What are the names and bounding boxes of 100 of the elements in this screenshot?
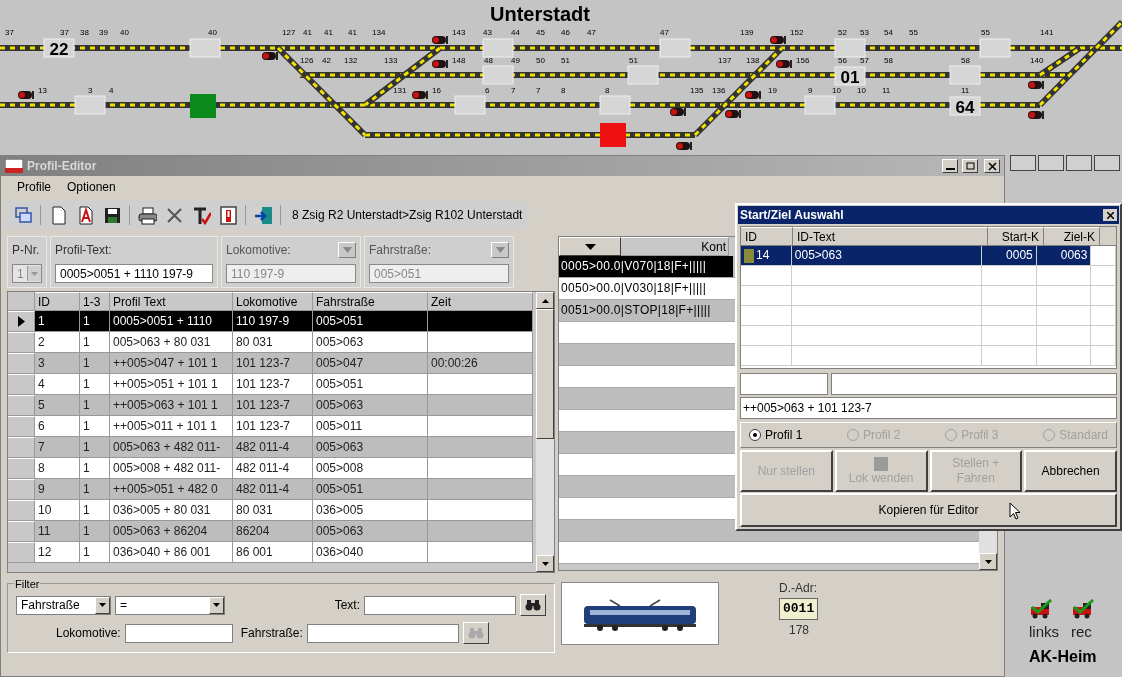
table-cell: 005>008 (313, 458, 428, 479)
column-header[interactable]: Fahrstraße (313, 292, 428, 311)
cell-text: 0063 (1060, 247, 1088, 264)
column-header[interactable]: ID (741, 227, 793, 246)
signal-icon (770, 36, 786, 44)
copy-button[interactable]: Kopieren für Editor (740, 493, 1117, 527)
close-icon (1106, 211, 1114, 219)
column-header[interactable]: Profil Text (110, 292, 233, 311)
table-cell: 8 (35, 458, 80, 479)
track-number: 55 (909, 28, 918, 37)
text-field[interactable]: 0005>0051 + 1110 197-9 (55, 264, 213, 283)
track-number: 50 (536, 56, 545, 65)
dropdown-button[interactable] (559, 237, 621, 256)
track-number: 131 (393, 86, 407, 95)
save-button[interactable] (102, 205, 122, 225)
block-marker (834, 38, 866, 58)
text-field[interactable] (831, 373, 1117, 395)
track-number: 11 (882, 86, 891, 95)
row-header[interactable] (8, 311, 35, 332)
track-number: 127 (282, 28, 296, 37)
column-header[interactable]: Ziel-K (1044, 227, 1100, 246)
block-number: 64 (955, 98, 975, 117)
action-button[interactable]: Abbrechen (1024, 450, 1117, 492)
text-field[interactable] (740, 373, 828, 395)
warning-button[interactable] (218, 205, 238, 225)
table-cell: ++005>051 + 101 1 (110, 374, 233, 395)
table-cell: 1 (80, 437, 110, 458)
locomotive-check-icon (1071, 598, 1095, 619)
dialog-title: Start/Ziel Auswahl (740, 207, 844, 224)
close-button[interactable] (1103, 209, 1117, 221)
track-number: 46 (561, 28, 570, 37)
printer-button[interactable] (137, 205, 157, 225)
function-label: links (1029, 621, 1059, 642)
column-header[interactable]: Lokomotive (233, 292, 313, 311)
text-field[interactable] (364, 595, 516, 615)
list-item[interactable]: 0050>00.0|V030|18|F+||||| (559, 278, 733, 299)
track-number: 52 (838, 28, 847, 37)
text-field[interactable] (306, 623, 459, 643)
dropdown[interactable]: Fahrstraße (16, 595, 111, 615)
track-number: 16 (432, 86, 441, 95)
field-label: P-Nr. (12, 242, 40, 259)
find-button[interactable] (462, 622, 489, 644)
indicator-box (1010, 155, 1036, 171)
table-cell: 0005>0051 + 1110 (110, 311, 233, 332)
track-number: 11 (961, 86, 970, 95)
table-cell: 9 (35, 479, 80, 500)
table-cell: 1 (80, 542, 110, 563)
track-number: 126 (300, 56, 314, 65)
column-header[interactable]: Start-K (988, 227, 1044, 246)
delete-button[interactable] (164, 205, 184, 225)
track-number: 40 (120, 28, 129, 37)
menu-item[interactable]: Optionen (67, 178, 116, 196)
table-cell: 101 123-7 (233, 353, 313, 374)
list-item[interactable]: 0005>00.0|V070|18|F+||||| (559, 256, 733, 277)
table-cell: 005>051 (313, 311, 428, 332)
track-number: 7 (536, 86, 541, 95)
column-header[interactable]: Kont (621, 237, 729, 256)
signal-icon (745, 91, 761, 99)
table-cell: 86 001 (233, 542, 313, 563)
scrollbar[interactable] (536, 292, 554, 572)
column-header[interactable]: ID (35, 292, 80, 311)
column-header[interactable]: Zeit (428, 292, 533, 311)
column-header[interactable]: 1-3 (80, 292, 110, 311)
track-number: 58 (884, 56, 893, 65)
text-field[interactable]: ++005>063 + 101 123-7 (740, 397, 1117, 419)
exit-door-button[interactable] (253, 205, 273, 225)
close-button[interactable] (984, 159, 1000, 173)
find-button[interactable] (520, 594, 546, 616)
table-cell: 036>040 + 86 001 (110, 542, 233, 563)
track-number: 48 (484, 56, 493, 65)
signal-icon (670, 108, 686, 116)
down-arrow-icon (984, 559, 992, 564)
field-label: Lokomotive: (226, 242, 291, 259)
list-item[interactable]: 0051>00.0|STOP|18|F+||||| (559, 300, 733, 321)
track-number: 13 (38, 86, 47, 95)
block-marker (949, 65, 981, 85)
track-number: 58 (961, 56, 970, 65)
text-check-button[interactable] (191, 205, 211, 225)
binoculars-icon (467, 627, 484, 639)
table-cell: 1 (80, 500, 110, 521)
column-header[interactable]: ID-Text (793, 227, 988, 246)
address-value: 0011 (779, 598, 819, 620)
maximize-button[interactable] (962, 159, 978, 173)
track-number: 9 (808, 86, 813, 95)
dropdown[interactable]: = (115, 595, 225, 615)
track-number: 43 (483, 28, 492, 37)
minimize-button[interactable] (942, 159, 958, 173)
track-number: 19 (768, 86, 777, 95)
radio-option[interactable]: Profil 1 (749, 426, 803, 444)
table-cell: 1 (35, 311, 80, 332)
track-number: 57 (860, 56, 869, 65)
caret-icon (342, 247, 352, 253)
menu-item[interactable]: Profile (17, 178, 51, 196)
table-cell: 4 (35, 374, 80, 395)
binoculars-icon (525, 599, 541, 611)
text-field[interactable] (124, 623, 233, 643)
track-number: 54 (884, 28, 893, 37)
layers-button[interactable] (13, 205, 33, 225)
table-cell: 1 (80, 395, 110, 416)
save-icon (102, 205, 122, 225)
